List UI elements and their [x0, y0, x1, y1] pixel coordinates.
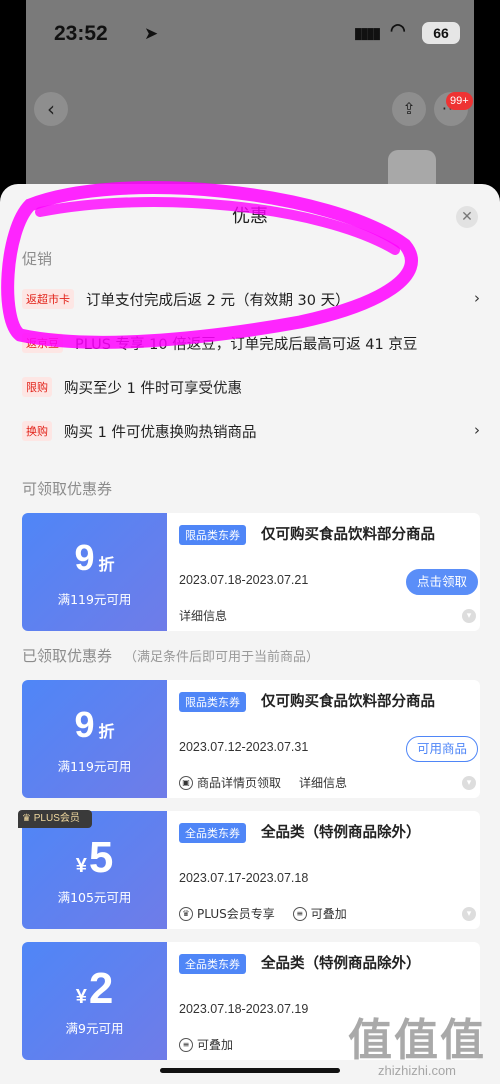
coupon-value-panel: ¥5 满105元可用 — [22, 811, 167, 929]
coupon-value-panel: 9折 满119元可用 — [22, 513, 167, 631]
coupon-info: 全品类东券 全品类（特例商品除外） 2023.07.17-2023.07.18 … — [179, 811, 480, 929]
share-icon[interactable]: ⇪ — [392, 92, 426, 126]
claim-coupon-button[interactable]: 点击领取 — [406, 569, 478, 595]
coupon-yen: ¥ — [75, 855, 87, 877]
promo-text: 购买至少 1 件时可享受优惠 — [64, 380, 242, 397]
promo-section-title: 促销 — [22, 250, 53, 268]
coupon-date: 2023.07.18-2023.07.21 — [179, 573, 309, 587]
promo-tag: 换购 — [22, 421, 52, 441]
watermark-domain: zhizhizhi.com — [377, 1063, 457, 1078]
chevron-down-icon[interactable]: ▾ — [462, 609, 476, 623]
sheet-title: 优惠 — [232, 206, 268, 227]
plus-member-only: ♛ PLUS会员专享 — [179, 905, 275, 922]
plus-badge-text: PLUS会员 — [33, 813, 80, 824]
crown-icon: ♛ — [179, 906, 193, 921]
stackable-text: 可叠加 — [197, 1038, 234, 1052]
claimed-section-title: 已领取优惠券 （满足条件后即可用于当前商品） — [22, 645, 319, 666]
promo-tag: 返京豆 — [22, 333, 63, 353]
coupon-footer: ♛ PLUS会员专享 ≡ 可叠加 — [179, 905, 365, 922]
coupon-value-panel: ¥2 满9元可用 — [22, 942, 167, 1060]
promo-item[interactable]: 换购 购买 1 件可优惠换购热销商品 › — [22, 417, 482, 445]
chevron-right-icon: › — [474, 289, 480, 307]
coupon-details-link[interactable]: 详细信息 — [299, 774, 347, 791]
status-time: 23:52 — [54, 22, 108, 45]
claimed-section-label: 已领取优惠券 — [22, 647, 113, 665]
coupon-date: 2023.07.18-2023.07.19 — [179, 1002, 309, 1016]
watermark: 值值值 zhizhizhi.com — [348, 1016, 486, 1079]
claimable-section-title: 可领取优惠券 — [22, 480, 113, 498]
coupon-title: 全品类（特例商品除外） — [261, 956, 421, 972]
promo-item: 限购 购买至少 1 件时可享受优惠 — [22, 373, 482, 401]
coupon-condition: 满9元可用 — [65, 1021, 124, 1036]
claimed-section-sub: （满足条件后即可用于当前商品） — [124, 650, 320, 665]
coupon-amount-number: 2 — [88, 964, 114, 1013]
coupon-title: 仅可购买食品饮料部分商品 — [261, 694, 435, 710]
chevron-down-icon[interactable]: ▾ — [462, 776, 476, 790]
status-bar: 23:52 ➤ ▮▮▮▮ ◠ 66 — [26, 14, 474, 54]
promo-item: 返京豆 PLUS 专享 10 倍返豆，订单完成后最高可返 41 京豆 — [22, 329, 482, 357]
promo-text: 购买 1 件可优惠换购热销商品 — [64, 424, 257, 441]
coupon-title: 仅可购买食品饮料部分商品 — [261, 527, 435, 543]
coupon-value-panel: 9折 满119元可用 — [22, 680, 167, 798]
coupon-condition: 满105元可用 — [57, 890, 132, 905]
stackable-text: 可叠加 — [310, 907, 347, 921]
coupon-amount: 9折 — [22, 704, 167, 746]
coupon-source: ▣ 商品详情页领取 — [179, 774, 281, 791]
chevron-down-icon[interactable]: ▾ — [462, 907, 476, 921]
coupon-amount-unit: 折 — [98, 557, 115, 574]
coupon-card: 9折 满119元可用 限品类东券 仅可购买食品饮料部分商品 2023.07.18… — [22, 513, 480, 631]
watermark-logo: 值值值 — [348, 1016, 486, 1065]
plus-member-text: PLUS会员专享 — [197, 907, 275, 921]
close-icon[interactable]: ✕ — [456, 206, 478, 228]
coupon-footer: ≡ 可叠加 — [179, 1036, 251, 1053]
coupon-card: ¥5 满105元可用 全品类东券 全品类（特例商品除外） 2023.07.17-… — [22, 811, 480, 929]
coupon-date: 2023.07.12-2023.07.31 — [179, 740, 309, 754]
stack-icon: ≡ — [292, 906, 307, 921]
battery-icon: 66 — [422, 22, 460, 44]
coupon-title: 全品类（特例商品除外） — [261, 825, 421, 841]
promo-tag: 返超市卡 — [22, 289, 74, 309]
location-icon: ➤ — [144, 24, 159, 43]
back-button[interactable]: ‹ — [34, 92, 68, 126]
coupon-source-text: 商品详情页领取 — [197, 776, 282, 790]
promo-tag: 限购 — [22, 377, 52, 397]
coupon-amount-number: 9 — [74, 704, 95, 745]
store-icon: ▣ — [179, 775, 193, 790]
coupon-amount: 9折 — [22, 537, 167, 579]
coupon-info: 限品类东券 仅可购买食品饮料部分商品 2023.07.12-2023.07.31… — [179, 680, 480, 798]
coupon-condition: 满119元可用 — [57, 592, 132, 607]
chevron-right-icon: › — [474, 421, 480, 439]
promo-text: PLUS 专享 10 倍返豆，订单完成后最高可返 41 京豆 — [75, 336, 418, 353]
coupon-amount-number: 9 — [74, 537, 95, 578]
coupon-amount-unit: 折 — [98, 724, 115, 741]
coupon-date: 2023.07.17-2023.07.18 — [179, 871, 309, 885]
coupon-yen: ¥ — [75, 986, 87, 1008]
wifi-icon: ◠ — [390, 20, 406, 40]
coupon-type-badge: 限品类东券 — [179, 525, 246, 545]
promo-text: 订单支付完成后返 2 元（有效期 30 天） — [86, 292, 350, 309]
stack-icon: ≡ — [179, 1037, 193, 1052]
coupon-amount: ¥5 — [22, 833, 167, 883]
sheet-header: 优惠 ✕ — [0, 184, 500, 244]
coupon-info: 限品类东券 仅可购买食品饮料部分商品 2023.07.18-2023.07.21… — [179, 513, 480, 631]
coupon-footer: 详细信息 — [179, 607, 245, 624]
coupon-type-badge: 全品类东券 — [179, 954, 246, 974]
coupon-condition: 满119元可用 — [57, 759, 132, 774]
signal-icon: ▮▮▮▮ — [354, 25, 381, 42]
coupon-type-badge: 限品类东券 — [179, 692, 246, 712]
discount-sheet: 优惠 ✕ 促销 返超市卡 订单支付完成后返 2 元（有效期 30 天） › 返京… — [0, 184, 500, 1084]
coupon-card: 9折 满119元可用 限品类东券 仅可购买食品饮料部分商品 2023.07.12… — [22, 680, 480, 798]
coupon-amount: ¥2 — [22, 964, 167, 1014]
plus-member-badge: ♛ PLUS会员 — [18, 810, 92, 828]
notification-badge: 99+ — [446, 92, 473, 110]
stackable: ≡ 可叠加 — [179, 1036, 233, 1053]
usable-products-button[interactable]: 可用商品 — [406, 736, 478, 762]
coupon-amount-number: 5 — [88, 833, 114, 882]
promo-item[interactable]: 返超市卡 订单支付完成后返 2 元（有效期 30 天） › — [22, 285, 482, 313]
coupon-type-badge: 全品类东券 — [179, 823, 246, 843]
home-indicator — [160, 1068, 340, 1073]
stackable: ≡ 可叠加 — [292, 905, 347, 922]
coupon-footer: ▣ 商品详情页领取 详细信息 — [179, 774, 365, 791]
coupon-details-link[interactable]: 详细信息 — [179, 607, 227, 624]
